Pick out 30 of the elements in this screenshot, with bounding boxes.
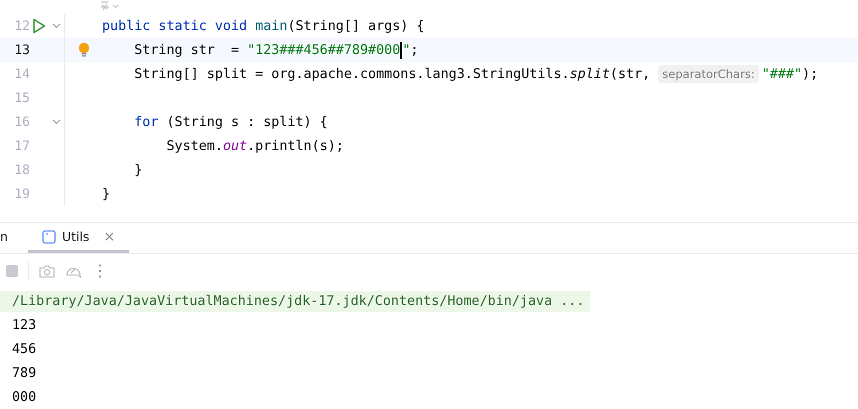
code-line: public static void main(String[] args) { xyxy=(102,18,424,34)
console-output: 000 xyxy=(11,388,38,406)
parameter-hint: separatorChars: xyxy=(658,65,759,83)
code-line: for (String s : split) { xyxy=(133,114,328,130)
run-icon[interactable] xyxy=(32,18,46,34)
line-number: 18 xyxy=(13,162,30,178)
code-line: } xyxy=(102,186,110,202)
console-output: 789 xyxy=(11,364,38,382)
panel-tab[interactable]: n xyxy=(0,223,8,253)
fold-icon[interactable] xyxy=(52,23,60,29)
line-number: 15 xyxy=(13,90,30,106)
text-caret xyxy=(400,42,402,58)
console-output: 123 xyxy=(11,316,38,334)
camera-icon[interactable] xyxy=(39,264,55,278)
console-icon xyxy=(42,230,56,244)
ai-assistant-icon[interactable] xyxy=(99,0,121,12)
code-line: String str = "123###456##789#000"; xyxy=(133,42,418,58)
line-number: 13 xyxy=(13,42,30,58)
code-line: String[] split = org.apache.commons.lang3.StringUtils.split(str, separatorChars: "###"); xyxy=(133,65,818,83)
code-line: } xyxy=(133,162,142,178)
lightbulb-icon[interactable] xyxy=(78,42,90,58)
fold-icon[interactable] xyxy=(52,119,60,125)
line-number: 19 xyxy=(13,186,30,202)
code-line: System.out.println(s); xyxy=(165,138,344,154)
line-number: 16 xyxy=(13,114,30,130)
line-number: 12 xyxy=(13,18,30,34)
line-number: 17 xyxy=(13,138,30,154)
line-number: 14 xyxy=(13,66,30,82)
panel-tab[interactable]: Utils × xyxy=(28,223,130,253)
console-output: 456 xyxy=(11,340,38,358)
